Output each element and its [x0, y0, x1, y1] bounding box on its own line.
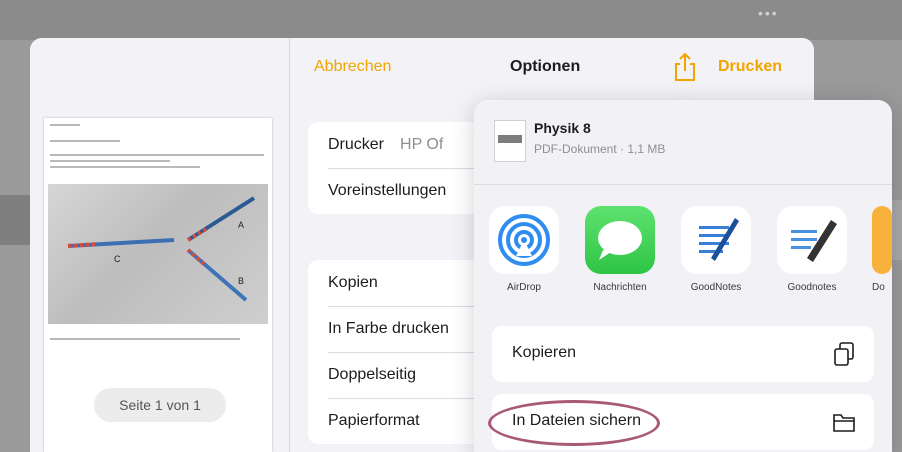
file-meta: PDF-Dokument · 1,1 MB	[534, 142, 666, 156]
print-preview-pane: A B C Seite 1 von 1	[30, 38, 290, 452]
goodnotes-new-icon	[777, 206, 847, 274]
photo-label-b: B	[238, 276, 244, 286]
presets-label: Voreinstellungen	[328, 182, 447, 199]
page-count-badge: Seite 1 von 1	[94, 388, 226, 422]
app-label: GoodNotes	[690, 282, 742, 293]
copy-icon	[832, 341, 856, 367]
doc-text-line	[50, 166, 200, 168]
preview-photo: A B C	[48, 184, 268, 324]
sheet-header: Abbrechen Optionen Drucken	[290, 38, 814, 100]
photo-label-a: A	[238, 220, 244, 230]
copy-label: Kopieren	[512, 344, 577, 361]
share-icon[interactable]	[672, 52, 698, 82]
background-panel	[0, 195, 30, 245]
photo-label-c: C	[114, 254, 121, 264]
printer-label: Drucker	[328, 136, 385, 153]
app-label: Nachrichten	[593, 282, 647, 293]
airdrop-icon	[489, 206, 559, 274]
share-app-goodnotes[interactable]: GoodNotes	[680, 206, 752, 293]
app-label: Do	[872, 282, 885, 293]
share-app-goodnotes-new[interactable]: Goodnotes	[776, 206, 848, 293]
copy-action[interactable]: Kopieren	[492, 326, 874, 382]
share-app-airdrop[interactable]: AirDrop	[488, 206, 560, 293]
copies-label: Kopien	[328, 274, 378, 291]
more-dots-icon: •••	[758, 5, 779, 21]
doc-text-line	[50, 160, 170, 162]
app-label: AirDrop	[507, 282, 541, 293]
file-name: Physik 8	[534, 120, 591, 136]
share-app-partial[interactable]: Do	[872, 206, 892, 293]
share-sheet-popover: Physik 8 PDF-Dokument · 1,1 MB AirDrop N…	[474, 100, 892, 452]
app-icon	[872, 206, 892, 274]
doc-text-line	[50, 154, 264, 156]
duplex-label: Doppelseitig	[328, 366, 417, 383]
doc-text-line	[50, 338, 240, 340]
goodnotes-icon	[681, 206, 751, 274]
folder-icon	[832, 409, 856, 435]
paper-size-label: Papierformat	[328, 412, 420, 429]
file-thumbnail	[494, 120, 526, 162]
print-button[interactable]: Drucken	[718, 58, 782, 76]
sheet-title: Optionen	[510, 58, 581, 75]
share-app-messages[interactable]: Nachrichten	[584, 206, 656, 293]
printer-value: HP Of	[400, 136, 444, 153]
highlight-circle-annotation	[488, 400, 660, 446]
messages-icon	[585, 206, 655, 274]
divider	[474, 184, 892, 185]
color-print-label: In Farbe drucken	[328, 320, 449, 337]
cancel-button[interactable]: Abbrechen	[314, 58, 391, 76]
doc-text-line	[50, 124, 80, 126]
app-label: Goodnotes	[787, 282, 837, 293]
doc-text-line	[50, 140, 120, 142]
pencils-illustration: A B C	[67, 196, 256, 302]
